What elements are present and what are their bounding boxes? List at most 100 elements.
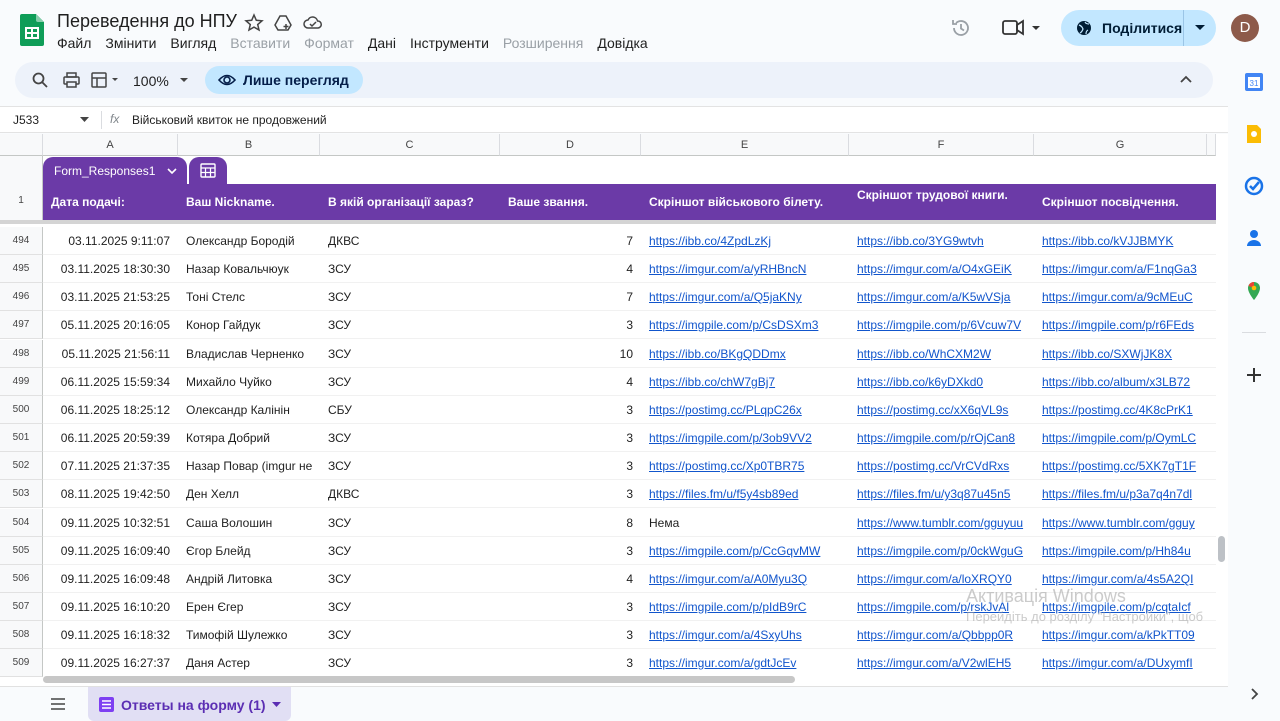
table-cell[interactable]: ЗСУ	[328, 516, 500, 530]
avatar[interactable]: D	[1231, 14, 1259, 42]
cell-link[interactable]: https://ibb.co/k6yDXkd0	[857, 375, 1034, 389]
table-cell[interactable]: 4	[500, 262, 633, 276]
table-cell[interactable]: Андрій Литовка	[186, 572, 320, 586]
column-header[interactable]: F	[849, 134, 1034, 156]
cell-link[interactable]: https://ibb.co/WhCXM2W	[857, 347, 1034, 361]
table-cell[interactable]: Ерен Єгер	[186, 600, 320, 614]
row-header[interactable]: 507	[0, 593, 43, 621]
table-cell[interactable]: ДКВС	[328, 234, 500, 248]
row-header[interactable]: 500	[0, 396, 43, 424]
table-cell[interactable]: 4	[500, 375, 633, 389]
table-cell[interactable]: Саша Волошин	[186, 516, 320, 530]
table-cell[interactable]: 7	[500, 234, 633, 248]
table-cell[interactable]: 10	[500, 347, 633, 361]
table-name-chip[interactable]: Form_Responses1	[43, 157, 187, 184]
table-cell[interactable]: 09.11.2025 16:18:32	[43, 628, 170, 642]
column-title[interactable]: Дата подачі:	[51, 195, 125, 209]
cell-link[interactable]: https://imgur.com/a/K5wVSja	[857, 290, 1034, 304]
menu-item[interactable]: Змінити	[105, 35, 164, 51]
cell-link[interactable]: https://postimg.cc/4K8cPrK1	[1042, 403, 1207, 417]
star-icon[interactable]	[244, 13, 264, 33]
vertical-scrollbar[interactable]	[1216, 156, 1228, 686]
table-cell[interactable]: Назар Повар (imgur не	[186, 459, 320, 473]
table-cell[interactable]: 08.11.2025 19:42:50	[43, 487, 170, 501]
column-header[interactable]: D	[500, 134, 641, 156]
table-cell[interactable]: Котяра Добрий	[186, 431, 320, 445]
cell-link[interactable]: https://ibb.co/4ZpdLzKj	[649, 234, 849, 248]
table-cell[interactable]: ЗСУ	[328, 431, 500, 445]
row-header[interactable]: 494	[0, 227, 43, 255]
name-box[interactable]: J533	[13, 113, 39, 127]
column-title[interactable]: В якій організації зараз?	[328, 195, 474, 209]
table-cell[interactable]: 3	[500, 403, 633, 417]
row-header[interactable]: 499	[0, 368, 43, 396]
cell-link[interactable]: https://ibb.co/3YG9wtvh	[857, 234, 1034, 248]
tasks-icon[interactable]	[1244, 176, 1264, 196]
cell-link[interactable]: https://files.fm/u/f5y4sb89ed	[649, 487, 849, 501]
keep-icon[interactable]	[1244, 124, 1264, 144]
cell-link[interactable]: https://imgpile.com/p/rOjCan8	[857, 431, 1034, 445]
table-cell[interactable]: 3	[500, 544, 633, 558]
cell-link[interactable]: https://postimg.cc/5XK7gT1F	[1042, 459, 1207, 473]
move-to-drive-icon[interactable]	[273, 13, 293, 33]
table-cell[interactable]: 09.11.2025 16:09:48	[43, 572, 170, 586]
cell-link[interactable]: https://ibb.co/album/x3LB72	[1042, 375, 1207, 389]
column-title[interactable]: Ваше звання.	[508, 195, 588, 209]
column-header[interactable]: C	[320, 134, 500, 156]
table-cell[interactable]: Нема	[649, 516, 849, 530]
table-cell[interactable]: Олександр Бородій	[186, 234, 320, 248]
view-only-badge[interactable]: Лише перегляд	[205, 66, 363, 94]
table-cell[interactable]: ЗСУ	[328, 572, 500, 586]
cell-link[interactable]: https://imgur.com/a/A0Myu3Q	[649, 572, 849, 586]
table-cell[interactable]: 06.11.2025 20:59:39	[43, 431, 170, 445]
all-sheets-menu-icon[interactable]	[51, 698, 65, 710]
cell-link[interactable]: https://imgur.com/a/4SxyUhs	[649, 628, 849, 642]
horizontal-scroll-thumb[interactable]	[43, 676, 795, 683]
cell-link[interactable]: https://ibb.co/kVJJBMYK	[1042, 234, 1207, 248]
row-header[interactable]: 504	[0, 509, 43, 537]
table-cell[interactable]: ЗСУ	[328, 262, 500, 276]
version-history-icon[interactable]	[950, 17, 972, 39]
menu-item[interactable]: Файл	[57, 35, 99, 51]
vertical-scroll-thumb[interactable]	[1218, 536, 1225, 562]
table-cell[interactable]: ЗСУ	[328, 347, 500, 361]
cell-link[interactable]: https://imgur.com/a/Q5jaKNy	[649, 290, 849, 304]
cell-link[interactable]: https://imgpile.com/p/Hh84u	[1042, 544, 1207, 558]
row-header[interactable]: 506	[0, 565, 43, 593]
cell-link[interactable]: https://imgur.com/a/V2wlEH5	[857, 656, 1034, 670]
table-cell[interactable]: Єгор Блейд	[186, 544, 320, 558]
sheet-tab-active[interactable]: Ответы на форму (1)	[88, 687, 291, 721]
cell-link[interactable]: https://www.tumblr.com/gguy	[1042, 516, 1207, 530]
cell-link[interactable]: https://imgur.com/a/F1nqGa3	[1042, 262, 1207, 276]
freeze-divider[interactable]	[0, 220, 1216, 224]
table-cell[interactable]: 03.11.2025 18:30:30	[43, 262, 170, 276]
table-cell[interactable]: Конор Гайдук	[186, 318, 320, 332]
column-title[interactable]: Скріншот посвідчення.	[1042, 195, 1179, 209]
table-cell[interactable]: 03.11.2025 21:53:25	[43, 290, 170, 304]
cell-link[interactable]: https://imgur.com/a/kPkTT09	[1042, 628, 1207, 642]
column-title[interactable]: Ваш Nickname.	[186, 195, 275, 209]
table-cell[interactable]: 3	[500, 487, 633, 501]
table-cell[interactable]: 3	[500, 600, 633, 614]
cell-link[interactable]: https://postimg.cc/Xp0TBR75	[649, 459, 849, 473]
row-header[interactable]: 501	[0, 424, 43, 452]
expand-panel-icon[interactable]	[1244, 684, 1264, 704]
menu-item[interactable]: Інструменти	[410, 35, 497, 51]
format-dropdown-icon[interactable]	[91, 72, 123, 88]
table-cell[interactable]: 3	[500, 656, 633, 670]
cloud-status-icon[interactable]	[303, 13, 323, 33]
cell-link[interactable]: https://postimg.cc/xX6qVL9s	[857, 403, 1034, 417]
table-cell[interactable]: 4	[500, 572, 633, 586]
zoom-select[interactable]: 100%	[133, 73, 169, 89]
table-cell[interactable]: Тоні Стелс	[186, 290, 320, 304]
table-cell[interactable]: ЗСУ	[328, 318, 500, 332]
table-cell[interactable]: 3	[500, 628, 633, 642]
row-header[interactable]: 509	[0, 649, 43, 677]
table-cell[interactable]: Тимофій Шулежко	[186, 628, 320, 642]
row-header[interactable]: 503	[0, 480, 43, 508]
cell-link[interactable]: https://ibb.co/chW7gBj7	[649, 375, 849, 389]
table-cell[interactable]: 06.11.2025 18:25:12	[43, 403, 170, 417]
menu-item[interactable]: Вигляд	[170, 35, 224, 51]
table-cell[interactable]: 8	[500, 516, 633, 530]
table-cell[interactable]: 09.11.2025 16:09:40	[43, 544, 170, 558]
